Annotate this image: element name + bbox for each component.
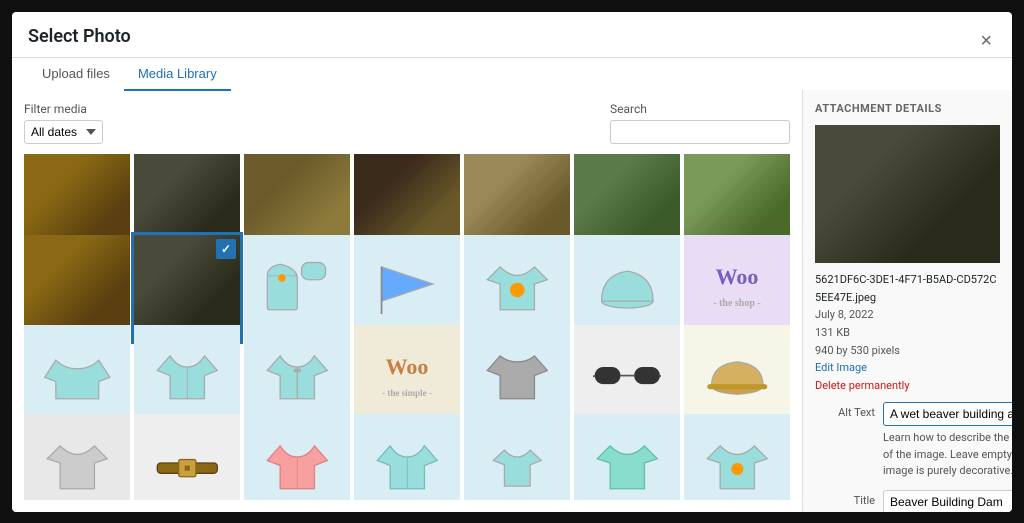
- media-item[interactable]: [244, 414, 350, 500]
- close-button[interactable]: ×: [976, 31, 996, 51]
- search-section: Search: [610, 102, 790, 144]
- attachment-info: 5621DF6C-3DE1-4F71-B5AD-CD572C5EE47E.jpe…: [815, 271, 1000, 394]
- delete-image-link[interactable]: Delete permanently: [815, 379, 910, 392]
- attachment-date: July 8, 2022: [815, 306, 1000, 324]
- search-label: Search: [610, 102, 790, 116]
- selected-checkmark: ✓: [216, 239, 236, 259]
- media-main: Filter media All dates Search: [12, 90, 802, 512]
- attachment-details-panel: ATTACHMENT DETAILS 5621DF6C-3DE1-4F71-B5…: [802, 90, 1012, 512]
- media-item[interactable]: [464, 414, 570, 500]
- title-label: Title: [815, 490, 875, 507]
- tab-media-library[interactable]: Media Library: [124, 58, 231, 91]
- media-toolbar: Filter media All dates Search: [24, 102, 790, 144]
- filter-label: Filter media: [24, 102, 103, 116]
- alt-text-hint: Learn how to describe the purpose of the…: [883, 430, 1012, 480]
- edit-image-link[interactable]: Edit Image: [815, 361, 867, 374]
- title-input[interactable]: [883, 490, 1012, 512]
- modal-header: Select Photo ×: [12, 12, 1012, 58]
- search-input[interactable]: [610, 120, 790, 144]
- attachment-thumbnail: [815, 125, 1000, 264]
- select-photo-modal: Select Photo × Upload files Media Librar…: [12, 12, 1012, 512]
- attachment-filesize: 131 KB: [815, 324, 1000, 342]
- media-grid: ✓: [24, 154, 790, 500]
- media-item[interactable]: [684, 414, 790, 500]
- tab-upload[interactable]: Upload files: [28, 58, 124, 91]
- attachment-details-title: ATTACHMENT DETAILS: [815, 102, 1000, 115]
- modal-body: Filter media All dates Search: [12, 90, 1012, 512]
- alt-text-input[interactable]: [883, 402, 1012, 426]
- title-field-row: Title: [815, 490, 1000, 512]
- attachment-filename: 5621DF6C-3DE1-4F71-B5AD-CD572C5EE47E.jpe…: [815, 271, 1000, 306]
- alt-text-label: Alt Text: [815, 402, 875, 419]
- modal-overlay: Select Photo × Upload files Media Librar…: [0, 0, 1024, 523]
- media-item[interactable]: [354, 414, 460, 500]
- modal-tabs: Upload files Media Library: [12, 58, 1012, 90]
- attachment-dimensions: 940 by 530 pixels: [815, 342, 1000, 360]
- filter-section: Filter media All dates: [24, 102, 103, 144]
- media-item[interactable]: [24, 414, 130, 500]
- filter-select[interactable]: All dates: [24, 120, 103, 144]
- modal-title: Select Photo: [28, 26, 131, 57]
- alt-text-field-row: Alt Text Learn how to describe the purpo…: [815, 402, 1000, 480]
- media-item-belt[interactable]: [134, 414, 240, 500]
- media-item[interactable]: [574, 414, 680, 500]
